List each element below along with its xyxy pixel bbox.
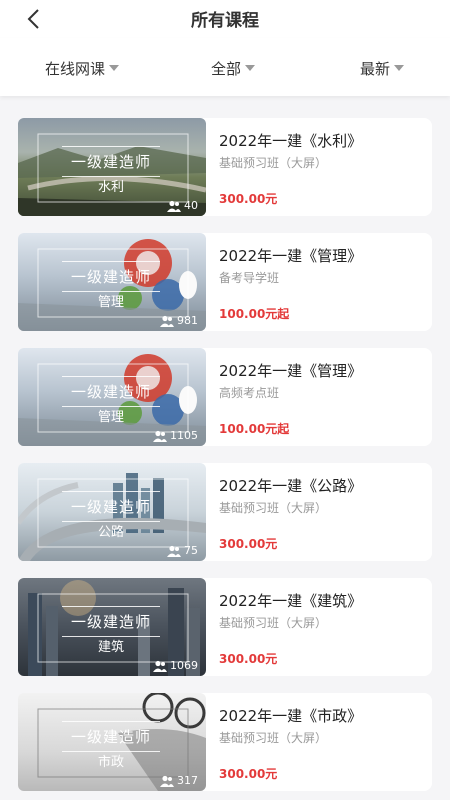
course-info: 2022年一建《管理》 备考导学班 100.00元起 <box>219 233 432 331</box>
course-thumbnail: 一级建造师 公路 75 <box>18 463 206 561</box>
top-bar: 所有课程 <box>0 0 450 38</box>
course-subtitle: 基础预习班（大屏） <box>219 156 328 170</box>
course-subtitle: 备考导学班 <box>219 271 280 285</box>
users-icon <box>160 315 174 327</box>
course-list: 一级建造师 水利 40 2022年一建《水利》 基础预习班（大屏） 300.00… <box>18 118 432 800</box>
users-icon <box>167 545 181 557</box>
course-title: 2022年一建《水利》 <box>219 132 363 150</box>
course-thumbnail: 一级建造师 管理 981 <box>18 233 206 331</box>
course-badge: 一级建造师 <box>62 721 160 752</box>
course-title: 2022年一建《管理》 <box>219 362 363 380</box>
course-subtitle: 基础预习班（大屏） <box>219 616 328 630</box>
course-subject: 公路 <box>97 525 124 540</box>
course-badge: 一级建造师 <box>62 491 160 522</box>
course-price: 300.00元 <box>219 652 278 666</box>
view-count-value: 317 <box>177 774 198 787</box>
filter-sort-label: 最新 <box>360 60 391 78</box>
course-subject: 管理 <box>97 295 124 310</box>
filter-category-label: 全部 <box>211 60 242 78</box>
course-thumbnail: 一级建造师 管理 1105 <box>18 348 206 446</box>
course-title: 2022年一建《公路》 <box>219 477 363 495</box>
course-card[interactable]: 一级建造师 水利 40 2022年一建《水利》 基础预习班（大屏） 300.00… <box>18 118 432 216</box>
view-count-value: 40 <box>184 199 198 212</box>
course-card[interactable]: 一级建造师 公路 75 2022年一建《公路》 基础预习班（大屏） 300.00… <box>18 463 432 561</box>
course-card[interactable]: 一级建造师 管理 1105 2022年一建《管理》 高频考点班 100.00元起 <box>18 348 432 446</box>
view-count: 75 <box>167 544 198 557</box>
caret-down-icon <box>109 65 120 71</box>
view-count-value: 75 <box>184 544 198 557</box>
course-subtitle: 基础预习班（大屏） <box>219 501 328 515</box>
course-badge: 一级建造师 <box>62 146 160 177</box>
course-price: 300.00元 <box>219 192 278 206</box>
course-thumbnail: 一级建造师 水利 40 <box>18 118 206 216</box>
filter-sort-dropdown[interactable]: 最新 <box>360 58 405 79</box>
course-subtitle: 基础预习班（大屏） <box>219 731 328 745</box>
view-count-value: 1069 <box>170 659 198 672</box>
users-icon <box>153 430 167 442</box>
filter-type-label: 在线网课 <box>45 60 106 78</box>
view-count-value: 981 <box>177 314 198 327</box>
page-title: 所有课程 <box>191 11 259 31</box>
course-card[interactable]: 一级建造师 市政 317 2022年一建《市政》 基础预习班（大屏） 300.0… <box>18 693 432 791</box>
course-info: 2022年一建《建筑》 基础预习班（大屏） 300.00元 <box>219 578 432 676</box>
course-card[interactable]: 一级建造师 管理 981 2022年一建《管理》 备考导学班 100.00元起 <box>18 233 432 331</box>
course-badge: 一级建造师 <box>62 376 160 407</box>
users-icon <box>160 775 174 787</box>
view-count-value: 1105 <box>170 429 198 442</box>
view-count: 981 <box>160 314 198 327</box>
course-title: 2022年一建《管理》 <box>219 247 363 265</box>
users-icon <box>153 660 167 672</box>
course-subject: 建筑 <box>97 640 124 655</box>
course-info: 2022年一建《市政》 基础预习班（大屏） 300.00元 <box>219 693 432 791</box>
caret-down-icon <box>245 65 256 71</box>
view-count: 1105 <box>153 429 198 442</box>
course-subject: 水利 <box>97 180 124 195</box>
course-title: 2022年一建《市政》 <box>219 707 363 725</box>
caret-down-icon <box>394 65 405 71</box>
filter-type-dropdown[interactable]: 在线网课 <box>45 58 120 79</box>
view-count: 1069 <box>153 659 198 672</box>
course-subject: 市政 <box>97 755 124 770</box>
course-info: 2022年一建《管理》 高频考点班 100.00元起 <box>219 348 432 446</box>
view-count: 317 <box>160 774 198 787</box>
view-count: 40 <box>167 199 198 212</box>
course-price: 300.00元 <box>219 767 278 781</box>
course-price: 300.00元 <box>219 537 278 551</box>
course-thumbnail: 一级建造师 建筑 1069 <box>18 578 206 676</box>
course-title: 2022年一建《建筑》 <box>219 592 363 610</box>
course-price: 100.00元起 <box>219 422 290 436</box>
course-subject: 管理 <box>97 410 124 425</box>
course-info: 2022年一建《公路》 基础预习班（大屏） 300.00元 <box>219 463 432 561</box>
course-thumbnail: 一级建造师 市政 317 <box>18 693 206 791</box>
users-icon <box>167 200 181 212</box>
course-badge: 一级建造师 <box>62 606 160 637</box>
course-card[interactable]: 一级建造师 建筑 1069 2022年一建《建筑》 基础预习班（大屏） 300.… <box>18 578 432 676</box>
course-price: 100.00元起 <box>219 307 290 321</box>
course-subtitle: 高频考点班 <box>219 386 280 400</box>
filter-bar: 在线网课 全部 最新 <box>0 38 450 96</box>
filter-category-dropdown[interactable]: 全部 <box>211 58 256 79</box>
course-badge: 一级建造师 <box>62 261 160 292</box>
course-info: 2022年一建《水利》 基础预习班（大屏） 300.00元 <box>219 118 432 216</box>
